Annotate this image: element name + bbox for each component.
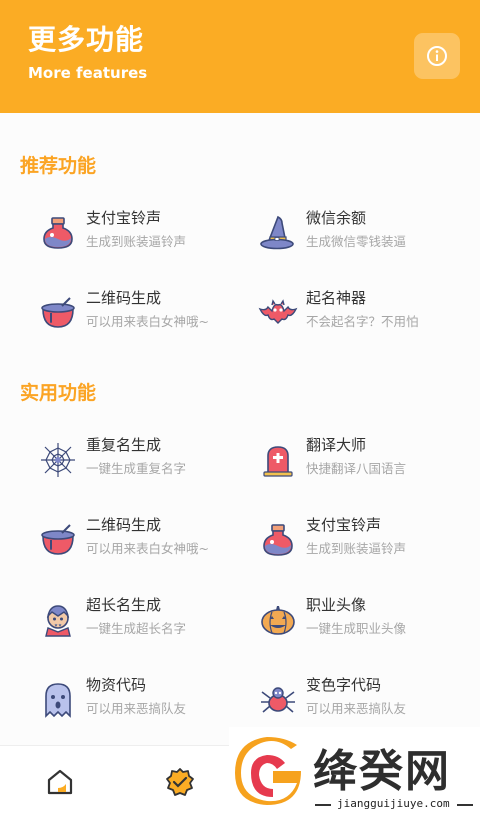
spider-icon — [261, 687, 295, 713]
potion-icon — [43, 217, 73, 249]
feature-item-name-generator[interactable]: 起名神器 不会起名字？不用怕 — [258, 287, 478, 347]
feature-item-supply-code[interactable]: 物资代码 可以用来恶搞队友 — [38, 674, 258, 734]
feature-item-wechat-balance[interactable]: 微信余额 生成微信零钱装逼 — [258, 207, 478, 267]
feature-title: 支付宝铃声 — [86, 209, 162, 227]
page-subtitle: More features — [28, 64, 148, 82]
feature-title: 微信余额 — [306, 209, 367, 227]
spiderweb-icon — [41, 443, 75, 477]
badge-check-icon — [166, 768, 194, 796]
watermark-logo-icon — [235, 737, 301, 805]
feature-subtitle: 一键生成重复名字 — [86, 461, 187, 476]
bat-icon — [258, 299, 298, 324]
info-icon — [427, 46, 447, 66]
cauldron-icon — [41, 297, 75, 328]
feature-title: 翻译大师 — [306, 436, 367, 454]
tab-home[interactable] — [44, 766, 76, 798]
watermark-rule-left — [315, 804, 331, 806]
watermark-name: 绛癸网 — [313, 746, 451, 797]
main-content: 推荐功能 支付宝铃声 生成到账装逼铃声 微信余额 生成微信零钱装逼 二维码生成 — [0, 113, 480, 745]
feature-item-qrcode-2[interactable]: 二维码生成 可以用来表白女神哦~ — [38, 514, 258, 574]
tombstone-icon — [263, 446, 293, 477]
watermark-url: jiangguijiuye.com — [337, 797, 450, 810]
feature-item-translator[interactable]: 翻译大师 快捷翻译八国语言 — [258, 434, 478, 494]
feature-subtitle: 可以用来恶搞队友 — [306, 701, 407, 716]
header-bar: 更多功能 More features — [0, 0, 480, 113]
section-title-practical: 实用功能 — [20, 382, 97, 404]
feature-title: 职业头像 — [306, 596, 367, 614]
feature-title: 物资代码 — [86, 676, 147, 694]
watermark-rule-right — [457, 804, 473, 806]
feature-item-qrcode[interactable]: 二维码生成 可以用来表白女神哦~ — [38, 287, 258, 347]
vampire-icon — [45, 605, 71, 637]
feature-subtitle: 快捷翻译八国语言 — [306, 461, 407, 476]
feature-subtitle: 可以用来恶搞队友 — [86, 701, 187, 716]
cauldron-icon — [41, 524, 75, 555]
feature-subtitle: 一键生成职业头像 — [306, 621, 407, 636]
pumpkin-icon — [261, 606, 295, 635]
feature-item-long-name[interactable]: 超长名生成 一键生成超长名字 — [38, 594, 258, 654]
feature-title: 起名神器 — [306, 289, 367, 307]
feature-subtitle: 不会起名字？不用怕 — [306, 314, 419, 329]
tab-features[interactable] — [164, 766, 196, 798]
feature-subtitle: 可以用来表白女神哦~ — [86, 541, 209, 556]
feature-subtitle: 生成微信零钱装逼 — [306, 234, 407, 249]
feature-item-alipay-ringtone-2[interactable]: 支付宝铃声 生成到账装逼铃声 — [258, 514, 478, 574]
feature-subtitle: 生成到账装逼铃声 — [306, 541, 407, 556]
watermark-logo: 绛癸网 jiangguijiuye.com — [229, 727, 480, 820]
witch-hat-icon — [260, 215, 294, 250]
feature-subtitle: 可以用来表白女神哦~ — [86, 314, 209, 329]
feature-title: 变色字代码 — [306, 676, 382, 694]
feature-title: 支付宝铃声 — [306, 516, 382, 534]
feature-subtitle: 一键生成超长名字 — [86, 621, 187, 636]
home-icon — [47, 769, 73, 795]
feature-item-colored-text-code[interactable]: 变色字代码 可以用来恶搞队友 — [258, 674, 478, 734]
feature-item-duplicate-name[interactable]: 重复名生成 一键生成重复名字 — [38, 434, 258, 494]
feature-item-alipay-ringtone[interactable]: 支付宝铃声 生成到账装逼铃声 — [38, 207, 258, 267]
feature-item-job-avatar[interactable]: 职业头像 一键生成职业头像 — [258, 594, 478, 654]
feature-title: 二维码生成 — [86, 289, 162, 307]
page-title: 更多功能 — [28, 23, 145, 56]
feature-title: 超长名生成 — [86, 596, 162, 614]
potion-icon — [263, 524, 293, 556]
feature-title: 二维码生成 — [86, 516, 162, 534]
feature-subtitle: 生成到账装逼铃声 — [86, 234, 187, 249]
info-button[interactable] — [414, 33, 460, 79]
ghost-icon — [45, 683, 71, 718]
feature-title: 重复名生成 — [86, 436, 162, 454]
section-title-recommended: 推荐功能 — [20, 155, 97, 177]
